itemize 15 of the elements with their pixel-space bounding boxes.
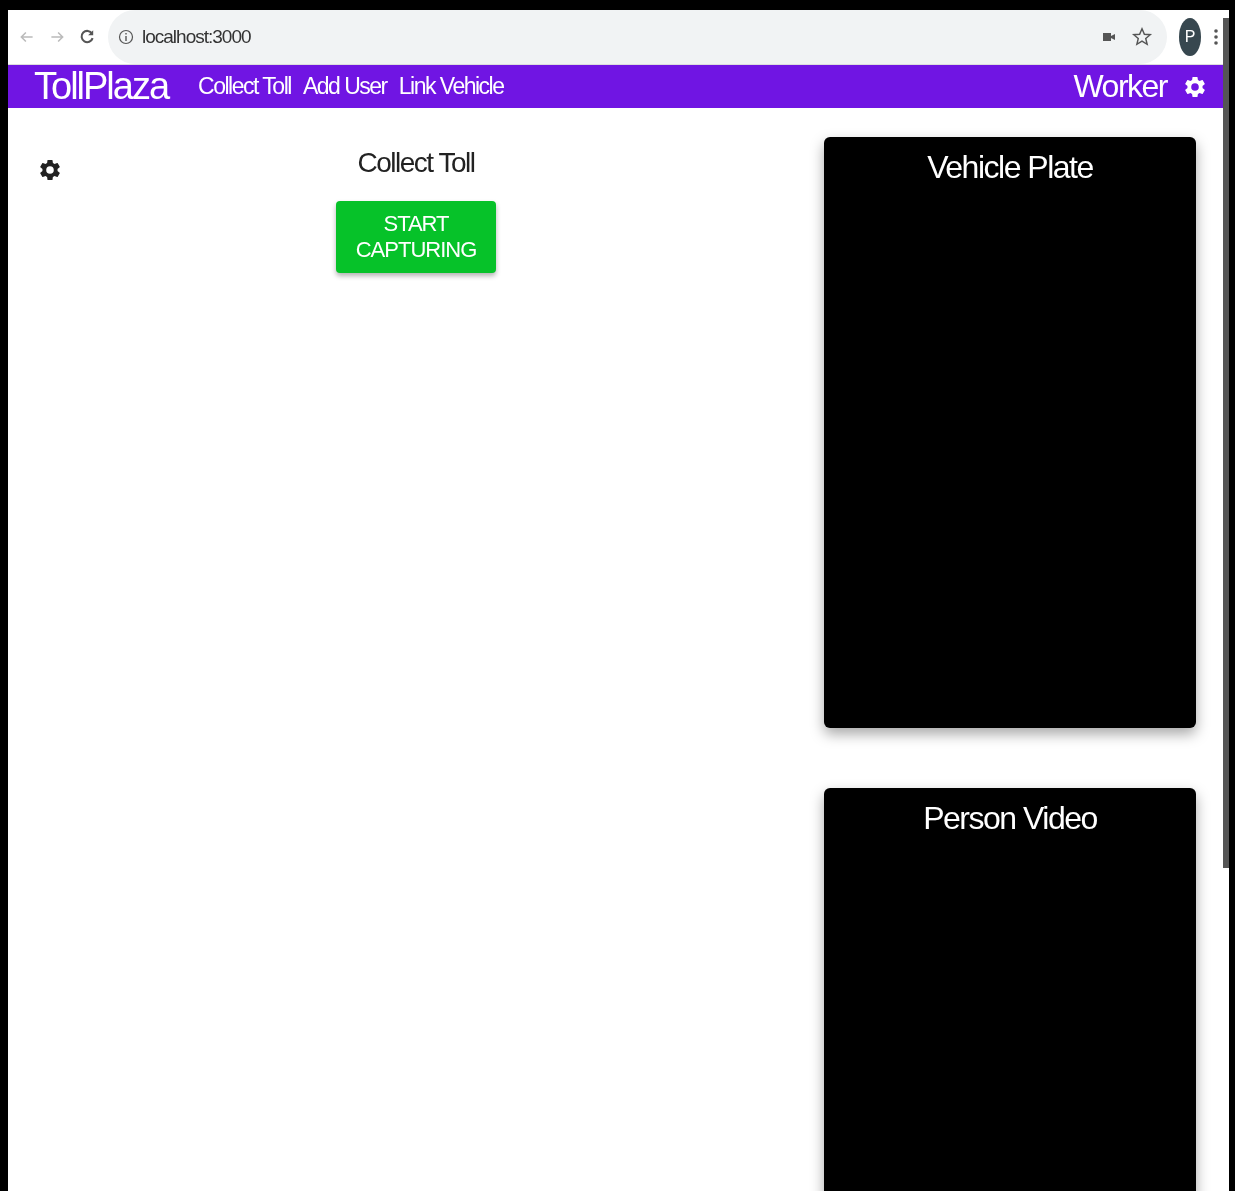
menu-icon[interactable]	[1213, 26, 1219, 48]
nav-link[interactable]: Add User	[302, 73, 387, 100]
profile-avatar[interactable]: P	[1179, 18, 1201, 56]
star-icon[interactable]	[1131, 26, 1153, 48]
panel-title: Vehicle Plate	[927, 149, 1093, 187]
panel-title: Person Video	[923, 800, 1097, 838]
user-name: Worker	[1073, 68, 1167, 105]
reload-icon[interactable]	[78, 28, 96, 46]
scrollbar[interactable]	[1223, 18, 1229, 868]
info-icon[interactable]	[118, 29, 134, 45]
nav-link[interactable]: Collect Toll	[198, 73, 291, 100]
brand-title[interactable]: TollPlaza	[34, 65, 169, 108]
address-bar[interactable]: localhost:3000	[108, 10, 1167, 64]
nav-link[interactable]: Link Vehicle	[398, 73, 504, 100]
page-title: Collect Toll	[357, 147, 475, 179]
